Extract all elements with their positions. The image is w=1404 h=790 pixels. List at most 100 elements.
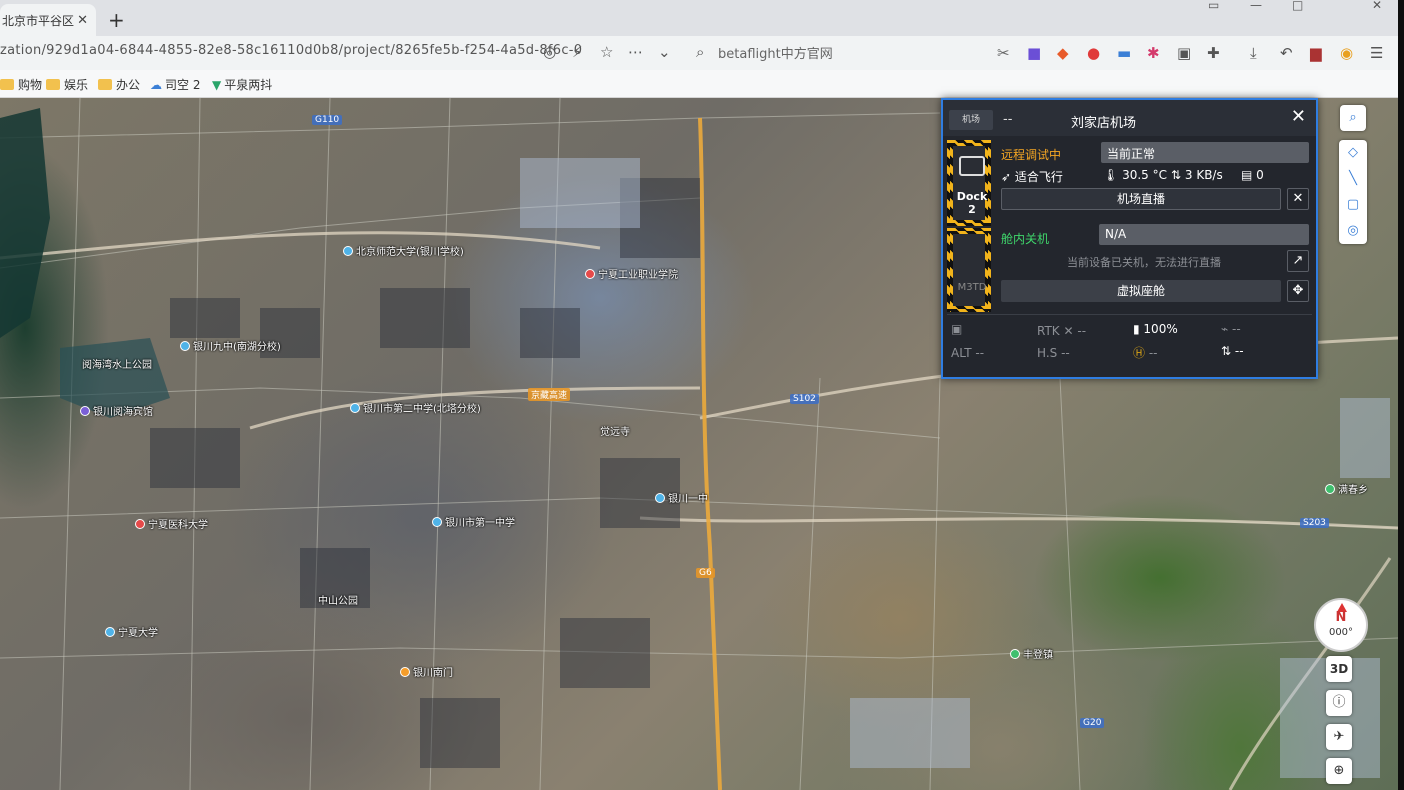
poi-pin-icon [80, 406, 90, 416]
menu-icon[interactable]: ☰ [1370, 44, 1383, 62]
wind-icon: ➶ [1001, 170, 1015, 184]
map-poi[interactable]: 阅海湾水上公园 [82, 356, 152, 371]
bookmark-item[interactable]: ☁ 司空 2 [150, 76, 200, 93]
bookmark-item[interactable]: 娱乐 [46, 76, 88, 93]
window-restore-icon[interactable]: ▭ [1208, 0, 1219, 12]
toolbox-icon[interactable]: ▆ [1310, 44, 1322, 62]
polygon-tool-icon[interactable]: ▢ [1339, 192, 1367, 218]
map-poi[interactable]: 银川一中 [655, 490, 708, 505]
map-poi[interactable]: 宁夏大学 [105, 624, 158, 639]
map-poi[interactable]: 宁夏工业职业学院 [585, 266, 678, 281]
poi-pin-icon [105, 627, 115, 637]
poi-pin-icon [1325, 484, 1335, 494]
circle-tool-icon[interactable]: ◎ [1339, 218, 1367, 244]
screen: 北京市平谷区 ✕ + ▭ — □ ✕ zation/929d1a04-6844-… [0, 0, 1404, 790]
panel-title: 刘家店机场 [1071, 116, 1137, 131]
permission-icon[interactable]: ◎ [543, 43, 556, 61]
map-poi[interactable]: 银川九中(南湖分校) [180, 338, 281, 353]
virtual-cockpit-button[interactable]: 虚拟座舱 [1001, 280, 1281, 302]
download-icon[interactable]: ⤓ [1250, 44, 1257, 62]
window-maximize-icon[interactable]: □ [1292, 0, 1303, 12]
tab-bar: 北京市平谷区 ✕ + ▭ — □ ✕ [0, 0, 1398, 36]
map-search-icon[interactable]: ⌕ [1340, 105, 1366, 131]
search-icon: ⌕ [696, 43, 705, 61]
profile-icon[interactable]: ◉ [1340, 44, 1353, 62]
map-poi[interactable]: 觉远寺 [600, 423, 630, 438]
bookmark-item[interactable]: ▼ 平泉两抖 [212, 76, 272, 93]
map-poi[interactable]: 宁夏医科大学 [135, 516, 208, 531]
home-distance: Ⓗ -- [1133, 346, 1158, 360]
panel-header: 机场 -- 刘家店机场 ✕ [943, 100, 1316, 136]
road-label: G110 [312, 115, 343, 125]
bookmark-item[interactable]: 购物 [0, 76, 42, 93]
more-icon[interactable]: ⋯ [628, 43, 643, 61]
dock-live-button[interactable]: 机场直播 [1001, 188, 1281, 210]
extension-cloud-icon[interactable]: ● [1087, 44, 1100, 62]
locate-icon[interactable]: ⊕ [1326, 758, 1352, 784]
tab-close-icon[interactable]: ✕ [77, 13, 88, 28]
airplane-icon[interactable]: ✈ [1326, 724, 1352, 750]
map-poi[interactable]: 银川市第二中学(北塔分校) [350, 400, 481, 415]
new-tab-icon[interactable]: + [108, 8, 125, 32]
search-box[interactable]: ⌕ betaflight中方官网 [690, 39, 980, 67]
view-3d-button[interactable]: 3D [1326, 656, 1352, 682]
undo-icon[interactable]: ↶ [1280, 44, 1293, 62]
map-poi[interactable]: 丰登镇 [1010, 646, 1053, 661]
folder-icon [46, 79, 60, 90]
share-icon[interactable]: ↗ [1287, 250, 1309, 272]
info-icon[interactable]: ⓘ [1326, 690, 1352, 716]
dock-status: 远程调试中 [1001, 148, 1062, 162]
scissors-icon[interactable]: ✂ [997, 44, 1010, 62]
monitor-bezel [1398, 0, 1404, 790]
line-tool-icon[interactable]: ╲ [1339, 166, 1367, 192]
extension-mail-icon[interactable]: ▬ [1117, 44, 1131, 62]
chevron-down-icon[interactable]: ⌄ [658, 43, 671, 61]
compass[interactable]: N 000° [1314, 598, 1368, 652]
road-label: 京藏高速 [528, 388, 571, 401]
storage-count: ▤ 0 [1241, 168, 1264, 182]
dock-state-field: 当前正常 [1101, 142, 1309, 163]
map-poi[interactable]: 满春乡 [1325, 481, 1368, 496]
drone-status: 舱内关机 [1001, 232, 1050, 246]
url-field[interactable]: zation/929d1a04-6844-4855-82e8-58c16110d… [0, 43, 582, 58]
cloud-icon: ☁ [150, 78, 162, 92]
window-minimize-icon[interactable]: — [1250, 0, 1262, 12]
folder-icon [98, 79, 112, 90]
pin-tool-icon[interactable]: ◇ [1339, 140, 1367, 166]
flight-mode: ➶ 适合飞行 [1001, 170, 1063, 184]
map-poi[interactable]: 银川南门 [400, 664, 453, 679]
poi-pin-icon [180, 341, 190, 351]
extension-window-icon[interactable]: ▣ [1177, 44, 1191, 62]
tab-title: 北京市平谷区 [2, 14, 75, 28]
lightning-icon[interactable]: ⚡ [572, 43, 583, 61]
link-signal: ⌁ -- [1221, 322, 1241, 336]
battery-icon: ▮ [1133, 322, 1144, 336]
browser-tab[interactable]: 北京市平谷区 ✕ [0, 4, 96, 36]
compass-heading: 000° [1328, 627, 1354, 638]
drone-control-icon[interactable]: ✥ [1287, 280, 1309, 302]
map-poi[interactable]: 北京师范大学(银川学校) [343, 243, 464, 258]
poi-pin-icon [135, 519, 145, 529]
map-poi[interactable]: 中山公园 [318, 592, 358, 607]
altitude: ALT -- [951, 346, 985, 360]
bookmark-item[interactable]: 办公 [98, 76, 140, 93]
tools-icon[interactable]: ✕ [1287, 188, 1309, 210]
poi-pin-icon [343, 246, 353, 256]
temperature: 🌡 30.5 °C [1103, 168, 1167, 182]
address-bar: zation/929d1a04-6844-4855-82e8-58c16110d… [0, 36, 1398, 70]
map-poi[interactable]: 银川阅海宾馆 [80, 403, 153, 418]
close-icon[interactable]: ✕ [1291, 106, 1306, 127]
dock-name: Dock 2 [956, 190, 988, 216]
folder-icon [0, 79, 14, 90]
drone-box: M3TD [953, 234, 986, 306]
dock-hazard-frame: Dock 2 [947, 140, 991, 226]
puzzle-icon[interactable]: ✚ [1207, 44, 1220, 62]
drone-hint: 当前设备已关机，无法进行直播 [1067, 256, 1221, 269]
map-poi[interactable]: 银川市第一中学 [432, 514, 515, 529]
extension-purple-icon[interactable]: ■ [1027, 44, 1041, 62]
extension-flower-icon[interactable]: ✱ [1147, 44, 1160, 62]
extension-fox-icon[interactable]: ◆ [1057, 44, 1069, 62]
network-icon: ⇅ [1171, 168, 1185, 182]
star-icon[interactable]: ☆ [600, 43, 613, 61]
window-close-icon[interactable]: ✕ [1372, 0, 1382, 12]
